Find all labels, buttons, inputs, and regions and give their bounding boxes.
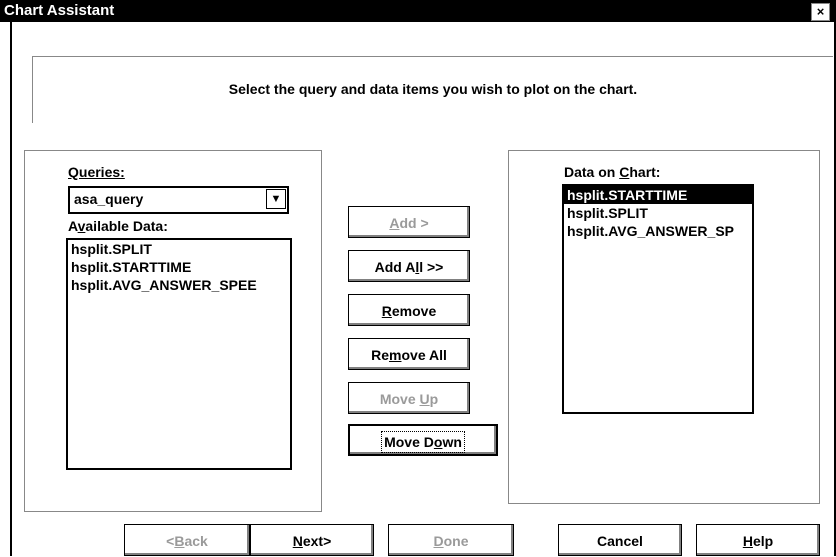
close-icon[interactable]: × — [811, 3, 830, 21]
next-button[interactable]: Next> — [250, 524, 374, 556]
window-title: Chart Assistant — [4, 2, 115, 19]
move-down-button[interactable]: Move Down — [348, 424, 498, 456]
queries-dropdown[interactable]: asa_query ▼ — [68, 186, 289, 214]
chart-label-pre: Data on — [564, 164, 620, 180]
list-item[interactable]: hsplit.SPLIT — [564, 204, 752, 222]
list-item[interactable]: hsplit.AVG_ANSWER_SP — [564, 222, 752, 240]
help-post: elp — [752, 533, 774, 549]
chart-label-u: C — [619, 164, 630, 180]
queries-label-text: Queries: — [68, 164, 125, 180]
list-item-selected[interactable]: hsplit.STARTTIME — [564, 186, 752, 204]
data-on-chart-label: Data on Chart: — [564, 164, 660, 180]
available-label-post: ailable Data: — [85, 218, 168, 234]
available-data-list[interactable]: hsplit.SPLIT hsplit.STARTTIME hsplit.AVG… — [66, 238, 292, 470]
help-button[interactable]: Help — [696, 524, 820, 556]
add-button[interactable]: Add > — [348, 206, 470, 238]
queries-dropdown-value: asa_query — [74, 191, 144, 207]
instruction-box: Select the query and data items you wish… — [32, 56, 833, 123]
remove-all-post: ove All — [401, 347, 447, 363]
add-all-post: l >> — [419, 259, 444, 275]
chevron-down-icon[interactable]: ▼ — [266, 189, 286, 209]
remove-button[interactable]: Remove — [348, 294, 470, 326]
list-item[interactable]: hsplit.STARTTIME — [68, 258, 290, 276]
done-button[interactable]: Done — [388, 524, 514, 556]
cancel-button[interactable]: Cancel — [558, 524, 682, 556]
move-up-button[interactable]: Move Up — [348, 382, 470, 414]
queries-label: Queries: — [68, 164, 125, 180]
available-data-label: Available Data: — [68, 218, 168, 234]
add-all-pre: Add A — [374, 259, 416, 275]
done-u: D — [433, 533, 444, 549]
chart-assistant-dialog: Chart Assistant × Select the query and d… — [0, 0, 836, 556]
chart-label-post: hart: — [629, 164, 661, 180]
move-down-pre: Move D — [384, 434, 434, 450]
remove-all-button[interactable]: Remove All — [348, 338, 470, 370]
remove-all-pre: Re — [371, 347, 390, 363]
list-item[interactable]: hsplit.SPLIT — [68, 240, 290, 258]
title-bar: Chart Assistant × — [0, 0, 836, 22]
back-button[interactable]: <Back — [124, 524, 250, 556]
remove-all-u: m — [389, 347, 402, 363]
add-button-u: A — [389, 215, 400, 231]
move-down-post: wn — [442, 434, 462, 450]
next-post: ext> — [302, 533, 332, 549]
add-button-post: dd > — [399, 215, 429, 231]
remove-u: R — [381, 303, 392, 319]
available-label-pre: A — [68, 218, 78, 234]
cancel-label: Cancel — [597, 533, 643, 549]
next-u: N — [292, 533, 303, 549]
remove-post: emove — [391, 303, 437, 319]
move-up-u: U — [419, 391, 430, 407]
add-all-button[interactable]: Add All >> — [348, 250, 470, 282]
help-u: H — [742, 533, 753, 549]
frame-left — [10, 22, 12, 556]
back-post: ack — [184, 533, 208, 549]
move-down-focus: Move Down — [381, 431, 465, 453]
done-post: one — [443, 533, 469, 549]
back-u: B — [174, 533, 185, 549]
instruction-text: Select the query and data items you wish… — [228, 81, 638, 97]
list-item[interactable]: hsplit.AVG_ANSWER_SPEE — [68, 276, 290, 294]
data-on-chart-list[interactable]: hsplit.STARTTIME hsplit.SPLIT hsplit.AVG… — [562, 184, 754, 414]
move-up-pre: Move — [379, 391, 420, 407]
move-up-post: p — [429, 391, 439, 407]
